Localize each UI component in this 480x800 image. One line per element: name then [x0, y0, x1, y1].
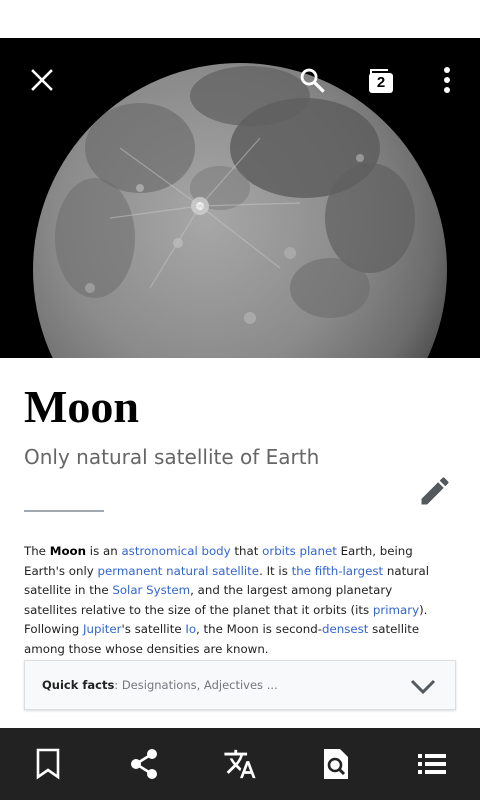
link-orbits-planet[interactable]: orbits planet — [262, 544, 337, 558]
chevron-down-icon — [410, 679, 436, 695]
lead-paragraph: The Moon is an astronomical body that or… — [24, 544, 430, 656]
moon-image — [0, 38, 480, 358]
edit-description-button[interactable] — [410, 468, 460, 514]
hero-image[interactable] — [0, 38, 480, 358]
article-title: Moon — [24, 381, 139, 432]
overflow-menu-button[interactable] — [423, 58, 471, 102]
article-description: Only natural satellite of Earth — [24, 445, 320, 469]
link-solar-system[interactable]: Solar System — [112, 583, 190, 597]
edit-pencil-icon — [421, 477, 449, 505]
share-button[interactable] — [118, 738, 170, 790]
link-astronomical-body[interactable]: astronomical body — [121, 544, 230, 558]
quick-facts-label: Quick facts — [42, 678, 115, 692]
bold-term: Moon — [49, 544, 87, 558]
title-divider — [24, 510, 104, 512]
link-jupiter[interactable]: Jupiter — [83, 622, 121, 636]
link-io[interactable]: Io — [185, 622, 196, 636]
quick-facts-header: Quick facts: Designations, Adjectives ..… — [42, 678, 278, 692]
tabs-button[interactable]: 2 — [358, 58, 406, 102]
status-bar — [0, 0, 480, 38]
link-fifth-largest[interactable]: the fifth-largest — [292, 564, 384, 578]
quick-facts-collapsible[interactable]: Quick facts: Designations, Adjectives ..… — [24, 660, 456, 710]
link-primary[interactable]: primary — [373, 603, 419, 617]
share-icon — [131, 749, 157, 779]
bottom-action-bar — [0, 728, 480, 800]
find-in-page-icon — [324, 749, 348, 779]
quick-facts-summary: Designations, Adjectives ... — [121, 678, 278, 692]
search-button[interactable] — [288, 58, 336, 102]
find-in-page-button[interactable] — [310, 738, 362, 790]
language-button[interactable] — [214, 738, 266, 790]
translate-icon — [224, 749, 256, 779]
bookmark-icon — [36, 748, 60, 780]
contents-list-icon — [418, 754, 446, 774]
close-button[interactable] — [18, 58, 66, 102]
tabs-count-badge: 2 — [369, 73, 393, 93]
bookmark-button[interactable] — [22, 738, 74, 790]
search-icon — [300, 68, 325, 93]
close-icon — [31, 69, 53, 91]
link-permanent-natural-satellite[interactable]: permanent natural satellite — [97, 564, 259, 578]
table-of-contents-button[interactable] — [406, 738, 458, 790]
link-densest[interactable]: densest — [322, 622, 368, 636]
more-vert-icon — [444, 67, 450, 93]
